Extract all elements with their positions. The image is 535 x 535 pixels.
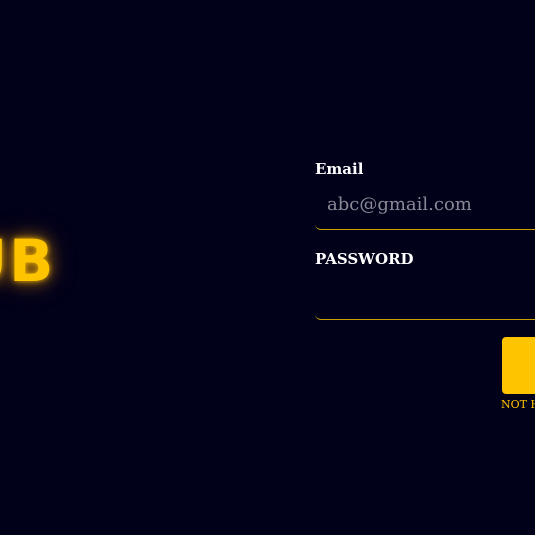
email-label: Email — [315, 160, 364, 178]
login-page: UB Email PASSWORD NOT H — [0, 0, 535, 535]
email-field[interactable] — [315, 180, 535, 230]
password-label: PASSWORD — [315, 250, 414, 268]
field-spacer — [315, 230, 535, 248]
password-field[interactable] — [315, 270, 535, 320]
login-form: Email PASSWORD — [315, 158, 535, 320]
brand-logo-text: UB — [0, 227, 56, 295]
signup-link[interactable]: NOT H — [501, 398, 535, 411]
login-button[interactable] — [502, 337, 535, 394]
